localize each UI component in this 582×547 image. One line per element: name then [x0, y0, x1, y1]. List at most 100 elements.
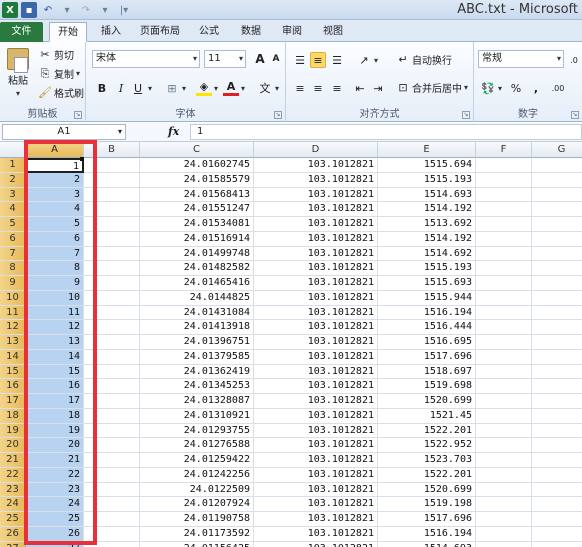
- cell-f21[interactable]: [476, 453, 532, 468]
- increase-indent-button[interactable]: ⇥: [370, 80, 386, 96]
- row-header[interactable]: 14: [0, 349, 26, 365]
- row-header[interactable]: 13: [0, 335, 26, 350]
- copy-button[interactable]: ⎘ 复制 ▾: [38, 66, 80, 82]
- cell-g14[interactable]: [532, 350, 582, 365]
- cell-d12[interactable]: 103.1012821: [254, 320, 378, 335]
- cell-a11[interactable]: 11: [26, 305, 84, 321]
- cell-d26[interactable]: 103.1012821: [254, 526, 378, 542]
- cell-c2[interactable]: 24.01585579: [140, 172, 254, 188]
- dialog-launcher-icon[interactable]: ↘: [571, 111, 579, 119]
- cell-e16[interactable]: 1519.698: [378, 379, 476, 394]
- cell-g21[interactable]: [532, 453, 582, 468]
- number-format-select[interactable]: 常规 ▾: [478, 50, 564, 68]
- align-left-button[interactable]: ≡: [292, 80, 308, 96]
- cell-c18[interactable]: 24.01310921: [140, 408, 254, 424]
- cell-g19[interactable]: [532, 424, 582, 439]
- cell-d15[interactable]: 103.1012821: [254, 364, 378, 380]
- align-bottom-button[interactable]: ☰: [329, 52, 345, 68]
- cell-e21[interactable]: 1523.703: [378, 453, 476, 468]
- cell-c5[interactable]: 24.01534081: [140, 217, 254, 232]
- cell-f24[interactable]: [476, 497, 532, 512]
- cell-f23[interactable]: [476, 482, 532, 498]
- cell-g16[interactable]: [532, 379, 582, 394]
- dialog-launcher-icon[interactable]: ↘: [462, 111, 470, 119]
- cell-g15[interactable]: [532, 365, 582, 380]
- cell-e1[interactable]: 1515.694: [378, 158, 476, 173]
- cell-e3[interactable]: 1514.693: [378, 187, 476, 203]
- align-top-button[interactable]: ☰: [292, 52, 308, 68]
- cell-d21[interactable]: 103.1012821: [254, 453, 378, 468]
- cell-c23[interactable]: 24.0122509: [140, 482, 254, 498]
- cell-b22[interactable]: [84, 467, 140, 483]
- cell-d18[interactable]: 103.1012821: [254, 408, 378, 424]
- accounting-format-button[interactable]: 💱 ▾: [480, 80, 502, 96]
- cell-b9[interactable]: [84, 276, 140, 291]
- cell-b24[interactable]: [84, 497, 140, 512]
- borders-button[interactable]: ⊞ ▾: [164, 80, 186, 96]
- wrap-text-button[interactable]: ↵ 自动换行: [396, 52, 452, 67]
- cell-d17[interactable]: 103.1012821: [254, 394, 378, 409]
- row-header[interactable]: 6: [0, 231, 26, 247]
- cell-c12[interactable]: 24.01413918: [140, 320, 254, 335]
- cell-g1[interactable]: [532, 158, 582, 173]
- save-icon[interactable]: ▪: [21, 2, 37, 18]
- cell-c17[interactable]: 24.01328087: [140, 394, 254, 409]
- row-header[interactable]: 15: [0, 364, 26, 380]
- column-header-d[interactable]: D: [254, 142, 378, 158]
- cell-c27[interactable]: 24.01156425: [140, 541, 254, 547]
- tab-view[interactable]: 视图: [318, 22, 348, 42]
- cell-g10[interactable]: [532, 291, 582, 306]
- row-header[interactable]: 19: [0, 423, 26, 439]
- cell-b16[interactable]: [84, 379, 140, 394]
- tab-file[interactable]: 文件: [0, 22, 43, 42]
- cell-a5[interactable]: 5: [26, 217, 84, 232]
- italic-button[interactable]: I: [113, 80, 129, 96]
- select-all-corner[interactable]: [0, 142, 26, 158]
- row-header[interactable]: 9: [0, 276, 26, 291]
- cell-g26[interactable]: [532, 527, 582, 542]
- cell-d11[interactable]: 103.1012821: [254, 305, 378, 321]
- cell-d9[interactable]: 103.1012821: [254, 276, 378, 291]
- percent-button[interactable]: %: [508, 80, 524, 96]
- cell-g5[interactable]: [532, 217, 582, 232]
- increase-decimal-button[interactable]: .0: [566, 52, 582, 68]
- cell-g25[interactable]: [532, 512, 582, 527]
- font-name-select[interactable]: 宋体 ▾: [92, 50, 200, 68]
- cell-d6[interactable]: 103.1012821: [254, 231, 378, 247]
- cell-d10[interactable]: 103.1012821: [254, 290, 378, 306]
- dropdown-arrow-icon[interactable]: ▾: [97, 2, 113, 18]
- cell-e22[interactable]: 1522.201: [378, 467, 476, 483]
- cell-f15[interactable]: [476, 364, 532, 380]
- cell-f2[interactable]: [476, 172, 532, 188]
- insert-function-icon[interactable]: fx: [168, 125, 179, 138]
- cell-g9[interactable]: [532, 276, 582, 291]
- cell-c16[interactable]: 24.01345253: [140, 379, 254, 394]
- cell-f27[interactable]: [476, 541, 532, 547]
- phonetic-button[interactable]: 文 ▾: [257, 80, 280, 96]
- cell-e6[interactable]: 1514.192: [378, 231, 476, 247]
- cell-e9[interactable]: 1515.693: [378, 276, 476, 291]
- formula-input[interactable]: 1: [190, 124, 582, 140]
- cell-a14[interactable]: 14: [26, 349, 84, 365]
- cell-b18[interactable]: [84, 408, 140, 424]
- cell-d2[interactable]: 103.1012821: [254, 172, 378, 188]
- cell-g7[interactable]: [532, 247, 582, 262]
- cell-e20[interactable]: 1522.952: [378, 438, 476, 453]
- row-header[interactable]: 20: [0, 438, 26, 453]
- cell-c8[interactable]: 24.01482582: [140, 261, 254, 276]
- tab-data[interactable]: 数据: [236, 22, 266, 42]
- cell-e11[interactable]: 1516.194: [378, 305, 476, 321]
- cell-c3[interactable]: 24.01568413: [140, 187, 254, 203]
- cell-b17[interactable]: [84, 394, 140, 409]
- cell-c26[interactable]: 24.01173592: [140, 526, 254, 542]
- tab-review[interactable]: 审阅: [277, 22, 307, 42]
- fill-handle[interactable]: [80, 157, 84, 161]
- grow-font-button[interactable]: A: [252, 51, 268, 67]
- tab-insert[interactable]: 插入: [96, 22, 126, 42]
- cell-a22[interactable]: 22: [26, 467, 84, 483]
- cell-b20[interactable]: [84, 438, 140, 453]
- cell-e14[interactable]: 1517.696: [378, 349, 476, 365]
- cell-e18[interactable]: 1521.45: [378, 408, 476, 424]
- cell-b2[interactable]: [84, 172, 140, 188]
- cell-g17[interactable]: [532, 394, 582, 409]
